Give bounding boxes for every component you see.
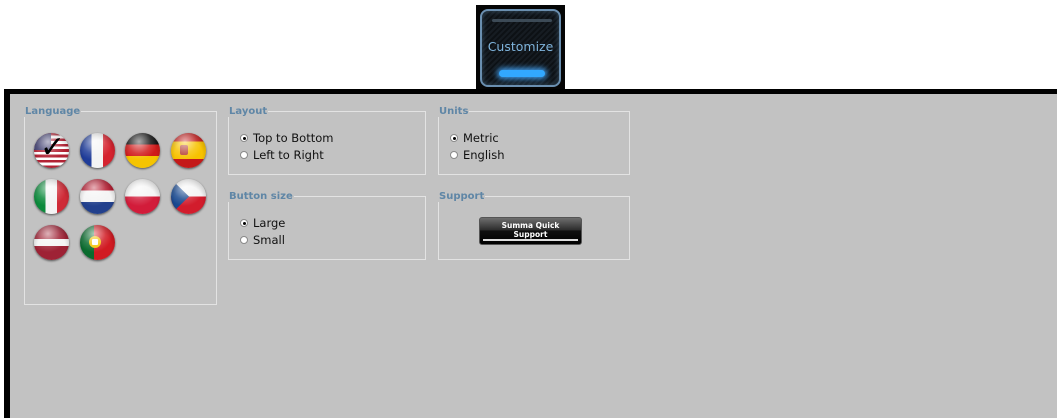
flag-spain-icon[interactable] <box>171 133 206 168</box>
customize-button-frame: Customize <box>480 9 561 87</box>
button-size-group: Button size Large Small <box>228 191 426 260</box>
language-legend: Language <box>25 106 81 117</box>
support-button-underline <box>483 239 578 241</box>
customize-top-bar <box>492 19 552 22</box>
flag-poland-icon[interactable] <box>125 179 160 214</box>
button-size-option-large[interactable]: Large <box>240 215 285 231</box>
language-group: Language ✓ <box>24 106 217 305</box>
radio-unselected-icon[interactable] <box>240 151 248 159</box>
customize-panel: Language ✓ Layout Top to Bottom Left to … <box>4 89 1057 418</box>
button-size-legend: Button size <box>229 191 293 202</box>
selected-check-icon: ✓ <box>40 133 66 165</box>
button-size-option-small[interactable]: Small <box>240 232 285 248</box>
flag-usa-icon[interactable]: ✓ <box>34 133 69 168</box>
units-option-metric[interactable]: Metric <box>450 130 499 146</box>
support-button-line2: Support <box>513 230 548 239</box>
units-option-label: English <box>463 148 505 162</box>
units-option-english[interactable]: English <box>450 147 505 163</box>
radio-selected-icon[interactable] <box>450 134 458 142</box>
units-legend: Units <box>439 106 469 117</box>
flag-portugal-icon[interactable] <box>80 225 115 260</box>
layout-option-left-to-right[interactable]: Left to Right <box>240 147 324 163</box>
button-size-option-label: Small <box>253 233 285 247</box>
support-button-line1: Summa Quick <box>501 221 560 230</box>
flag-netherlands-icon[interactable] <box>80 179 115 214</box>
support-group: Support Summa Quick Support <box>438 191 630 260</box>
customize-tab-button[interactable]: Customize <box>476 5 565 89</box>
summa-quick-support-button[interactable]: Summa Quick Support <box>479 217 582 245</box>
radio-selected-icon[interactable] <box>240 134 248 142</box>
layout-legend: Layout <box>229 106 268 117</box>
layout-option-label: Left to Right <box>253 148 324 162</box>
flag-latvia-icon[interactable] <box>34 225 69 260</box>
flag-czech-icon[interactable] <box>171 179 206 214</box>
layout-group: Layout Top to Bottom Left to Right <box>228 106 426 175</box>
flag-italy-icon[interactable] <box>34 179 69 214</box>
layout-option-top-to-bottom[interactable]: Top to Bottom <box>240 130 333 146</box>
layout-option-label: Top to Bottom <box>253 131 334 145</box>
flag-france-icon[interactable] <box>80 133 115 168</box>
units-group: Units Metric English <box>438 106 630 175</box>
customize-active-indicator <box>499 70 545 77</box>
radio-unselected-icon[interactable] <box>240 236 248 244</box>
flag-germany-icon[interactable] <box>125 133 160 168</box>
units-option-label: Metric <box>463 131 499 145</box>
radio-selected-icon[interactable] <box>240 219 248 227</box>
support-legend: Support <box>439 191 485 202</box>
customize-label: Customize <box>487 39 554 54</box>
radio-unselected-icon[interactable] <box>450 151 458 159</box>
button-size-option-label: Large <box>253 216 286 230</box>
